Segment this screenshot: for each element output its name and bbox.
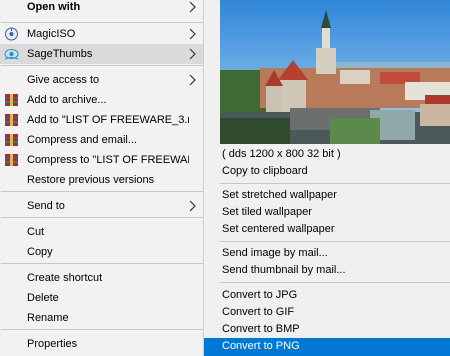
winrar-icon: [5, 154, 18, 166]
menu-separator: [1, 22, 203, 23]
menu-item-compress-rar-email[interactable]: Compress to "LIST OF FREEWARE_3.rar" and…: [0, 150, 203, 170]
winrar-icon: [5, 134, 18, 146]
image-info-label: ( dds 1200 x 800 32 bit ): [222, 148, 341, 160]
submenu-convert-png[interactable]: Convert to PNG: [204, 338, 450, 356]
submenu-send-thumbnail[interactable]: Send thumbnail by mail...: [220, 262, 450, 279]
menu-item-rename[interactable]: Rename: [0, 308, 203, 328]
submenu-copy-clipboard[interactable]: Copy to clipboard: [220, 163, 450, 180]
submenu-convert-jpg[interactable]: Convert to JPG: [220, 287, 450, 304]
copy-clipboard-label: Copy to clipboard: [222, 165, 308, 177]
open-with-label: Open with: [27, 1, 81, 13]
menu-item-open-with[interactable]: Open with: [0, 0, 203, 17]
menu-item-sagethumbs[interactable]: SageThumbs: [0, 44, 203, 64]
rename-label: Rename: [27, 312, 69, 324]
convert-gif-label: Convert to GIF: [222, 306, 295, 318]
menu-item-give-access[interactable]: Give access to: [0, 70, 203, 90]
menu-separator: [1, 329, 203, 330]
menu-item-add-rar[interactable]: Add to "LIST OF FREEWARE_3.rar": [0, 110, 203, 130]
menu-item-copy[interactable]: Copy: [0, 242, 203, 262]
menu-item-restore[interactable]: Restore previous versions: [0, 170, 203, 190]
menu-item-add-archive[interactable]: Add to archive...: [0, 90, 203, 110]
create-shortcut-label: Create shortcut: [27, 272, 103, 284]
sagethumbs-submenu: ( dds 1200 x 800 32 bit ) Copy to clipbo…: [204, 0, 450, 356]
menu-item-magiciso[interactable]: MagicISO: [0, 24, 203, 44]
convert-png-label: Convert to PNG: [222, 340, 300, 352]
add-rar-label: Add to "LIST OF FREEWARE_3.rar": [27, 114, 189, 126]
chevron-right-icon: [189, 48, 196, 60]
image-thumbnail[interactable]: [220, 0, 450, 144]
menu-item-compress-email[interactable]: Compress and email...: [0, 130, 203, 150]
restore-label: Restore previous versions: [27, 174, 155, 186]
chevron-right-icon: [189, 28, 196, 40]
sagethumbs-label: SageThumbs: [27, 48, 93, 60]
menu-separator: [1, 65, 203, 66]
set-tiled-label: Set tiled wallpaper: [222, 206, 312, 218]
chevron-right-icon: [189, 1, 196, 13]
cut-label: Cut: [27, 226, 45, 238]
properties-label: Properties: [27, 338, 78, 350]
sagethumbs-icon: [4, 49, 19, 60]
menu-separator: [1, 263, 203, 264]
menu-item-send-to[interactable]: Send to: [0, 196, 203, 216]
image-info: ( dds 1200 x 800 32 bit ): [220, 146, 450, 163]
submenu-set-centered[interactable]: Set centered wallpaper: [220, 221, 450, 238]
city-photo-image: [220, 0, 450, 144]
magiciso-label: MagicISO: [27, 28, 76, 40]
convert-bmp-label: Convert to BMP: [222, 323, 300, 335]
submenu-set-tiled[interactable]: Set tiled wallpaper: [220, 204, 450, 221]
submenu-send-image[interactable]: Send image by mail...: [220, 245, 450, 262]
winrar-icon: [5, 94, 18, 106]
menu-item-properties[interactable]: Properties: [0, 334, 203, 354]
set-stretched-label: Set stretched wallpaper: [222, 189, 337, 201]
copy-label: Copy: [27, 246, 53, 258]
context-menu: Open with MagicISO SageThumbs Give acces…: [0, 0, 204, 356]
compress-email-label: Compress and email...: [27, 134, 138, 146]
menu-item-delete[interactable]: Delete: [0, 288, 203, 308]
send-to-label: Send to: [27, 200, 65, 212]
chevron-right-icon: [189, 200, 196, 212]
submenu-convert-bmp[interactable]: Convert to BMP: [220, 321, 450, 338]
winrar-icon: [5, 114, 18, 126]
give-access-label: Give access to: [27, 74, 100, 86]
submenu-separator: [220, 282, 450, 283]
menu-item-create-shortcut[interactable]: Create shortcut: [0, 268, 203, 288]
submenu-separator: [220, 183, 450, 184]
add-archive-label: Add to archive...: [27, 94, 107, 106]
compress-rar-email-label: Compress to "LIST OF FREEWARE_3.rar" and…: [27, 154, 189, 166]
menu-item-cut[interactable]: Cut: [0, 222, 203, 242]
menu-separator: [1, 217, 203, 218]
set-centered-label: Set centered wallpaper: [222, 223, 335, 235]
delete-label: Delete: [27, 292, 59, 304]
submenu-set-stretched[interactable]: Set stretched wallpaper: [220, 187, 450, 204]
chevron-right-icon: [189, 74, 196, 86]
send-thumbnail-label: Send thumbnail by mail...: [222, 264, 346, 276]
magiciso-icon: [5, 27, 18, 41]
submenu-separator: [220, 241, 450, 242]
convert-jpg-label: Convert to JPG: [222, 289, 298, 301]
send-image-label: Send image by mail...: [222, 247, 328, 259]
menu-separator: [1, 191, 203, 192]
submenu-convert-gif[interactable]: Convert to GIF: [220, 304, 450, 321]
